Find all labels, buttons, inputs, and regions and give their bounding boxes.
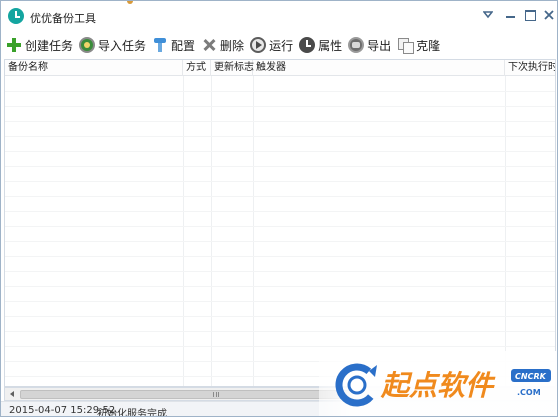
run-button[interactable]: 运行 [250, 34, 293, 56]
maximize-button[interactable] [521, 7, 539, 23]
column-divider [183, 76, 184, 386]
watermark-domain: .COM [517, 388, 541, 397]
row-divider [5, 241, 555, 242]
row-divider [5, 91, 555, 92]
run-label: 运行 [269, 38, 294, 53]
clone-icon [397, 37, 415, 54]
decoration-mark [127, 1, 133, 4]
row-divider [5, 196, 555, 197]
config-label: 配置 [171, 38, 196, 53]
column-header-mode[interactable]: 方式 [183, 60, 211, 76]
row-divider [5, 271, 555, 272]
column-header-trigger[interactable]: 触发器 [253, 60, 505, 76]
row-divider [5, 151, 555, 152]
row-divider [5, 301, 555, 302]
app-window: 优优备份工具 创建任务 导入任务 配置 删除 运行 属性 导出 克隆 备份名称 … [0, 0, 558, 417]
list-header: 备份名称 方式 更新标志 触发器 下次执行时间 [5, 60, 555, 76]
status-message: 初始化服务完成 [97, 409, 167, 417]
delete-label: 删除 [220, 38, 245, 53]
title-bar[interactable]: 优优备份工具 [1, 1, 557, 31]
close-button[interactable] [540, 7, 557, 23]
task-list[interactable]: 备份名称 方式 更新标志 触发器 下次执行时间 [4, 59, 556, 387]
column-divider [253, 76, 254, 386]
row-divider [5, 331, 555, 332]
list-body[interactable] [5, 76, 555, 386]
row-divider [5, 316, 555, 317]
column-header-update-flag[interactable]: 更新标志 [211, 60, 254, 76]
menu-dropdown-icon[interactable] [479, 7, 497, 23]
row-divider [5, 181, 555, 182]
window-title: 优优备份工具 [30, 12, 96, 25]
row-divider [5, 121, 555, 122]
column-header-next-run-time[interactable]: 下次执行时间 [505, 60, 555, 76]
import-task-button[interactable]: 导入任务 [79, 34, 146, 56]
export-icon [348, 37, 365, 53]
site-watermark-logo: 起点软件 CNCRK .COM [319, 351, 557, 416]
row-divider [5, 226, 555, 227]
properties-button[interactable]: 属性 [299, 34, 342, 56]
create-task-button[interactable]: 创建任务 [6, 34, 73, 56]
create-task-label: 创建任务 [25, 38, 74, 53]
config-button[interactable]: 配置 [152, 34, 195, 56]
play-icon [250, 37, 267, 53]
column-header-backup-name[interactable]: 备份名称 [5, 60, 183, 76]
delete-button[interactable]: 删除 [201, 34, 244, 56]
plus-icon [6, 37, 22, 53]
row-divider [5, 106, 555, 107]
import-icon [79, 37, 96, 53]
scroll-left-arrow-icon[interactable] [8, 390, 18, 399]
toolbar: 创建任务 导入任务 配置 删除 运行 属性 导出 克隆 [1, 31, 557, 59]
properties-label: 属性 [318, 38, 343, 53]
watermark-badge: CNCRK [515, 372, 547, 381]
grip-icon [213, 392, 219, 397]
minimize-button[interactable] [501, 7, 519, 23]
row-divider [5, 346, 555, 347]
row-divider [5, 286, 555, 287]
export-button[interactable]: 导出 [348, 34, 391, 56]
clock-icon [299, 37, 316, 53]
import-task-label: 导入任务 [98, 38, 147, 53]
column-divider [211, 76, 212, 386]
export-label: 导出 [367, 38, 392, 53]
row-divider [5, 136, 555, 137]
clock-app-icon [8, 8, 24, 24]
clone-button[interactable]: 克隆 [397, 34, 440, 56]
clone-label: 克隆 [416, 38, 441, 53]
column-divider [505, 76, 506, 386]
row-divider [5, 211, 555, 212]
config-icon [152, 37, 168, 53]
delete-icon [201, 37, 217, 53]
watermark-text: 起点软件 [380, 369, 496, 402]
row-divider [5, 166, 555, 167]
row-divider [5, 256, 555, 257]
